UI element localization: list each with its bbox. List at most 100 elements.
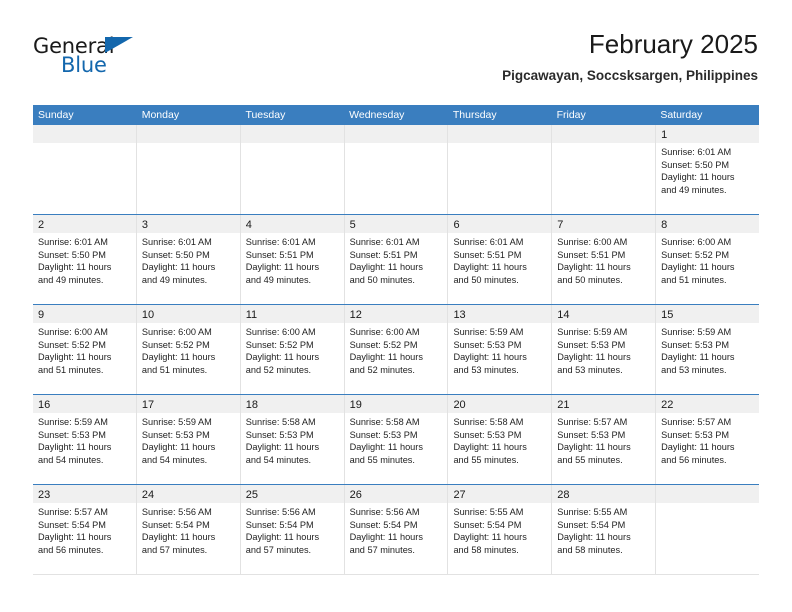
daylight-text-line2: and 51 minutes. <box>661 274 727 285</box>
daylight-text-line2: and 49 minutes. <box>661 184 727 195</box>
calendar-day-cell[interactable]: 4 Sunrise: 6:01 AM Sunset: 5:51 PM Daylight… <box>240 215 345 304</box>
day-number-band: 10 <box>136 305 240 323</box>
daylight-text-line2: and 52 minutes. <box>245 364 312 375</box>
day-number-band: 23 <box>33 485 136 503</box>
day-details: Sunrise: 5:59 AM Sunset: 5:53 PM Daylight:… <box>137 413 240 466</box>
calendar-day-cell[interactable]: 14 Sunrise: 5:59 AM Sunset: 5:53 PM Dayligh… <box>552 305 657 394</box>
day-number-band: 11 <box>240 305 344 323</box>
calendar-day-cell[interactable]: 18 Sunrise: 5:58 AM Sunset: 5:53 PM Dayligh… <box>240 395 345 484</box>
calendar-day-cell[interactable]: 5 Sunrise: 6:01 AM Sunset: 5:51 PM Daylight… <box>344 215 449 304</box>
day-details: Sunrise: 5:57 AM Sunset: 5:53 PM Daylight:… <box>552 413 655 466</box>
calendar-day-cell[interactable]: 11 Sunrise: 6:00 AM Sunset: 5:52 PM Dayligh… <box>240 305 345 394</box>
day-details: Sunrise: 5:55 AM Sunset: 5:54 PM Daylight:… <box>552 503 655 556</box>
sunset-text: Sunset: 5:51 PM <box>557 249 626 260</box>
day-number: 18 <box>245 399 258 411</box>
day-number-band: 16 <box>33 395 136 413</box>
calendar-day-cell[interactable]: 16 Sunrise: 5:59 AM Sunset: 5:53 PM Dayligh… <box>33 395 137 484</box>
calendar-day-cell[interactable]: 28 Sunrise: 5:55 AM Sunset: 5:54 PM Dayligh… <box>552 485 657 574</box>
day-number-band: 18 <box>240 395 344 413</box>
calendar-day-cell[interactable]: 6 Sunrise: 6:01 AM Sunset: 5:51 PM Daylight… <box>448 215 553 304</box>
calendar-day-cell[interactable]: 12 Sunrise: 6:00 AM Sunset: 5:52 PM Dayligh… <box>344 305 449 394</box>
calendar-day-cell[interactable]: 24 Sunrise: 5:56 AM Sunset: 5:54 PM Dayligh… <box>136 485 241 574</box>
calendar-day-cell[interactable]: 9 Sunrise: 6:00 AM Sunset: 5:52 PM Daylight… <box>33 305 137 394</box>
sunset-text: Sunset: 5:53 PM <box>141 429 210 440</box>
calendar-day-cell[interactable]: 25 Sunrise: 5:56 AM Sunset: 5:54 PM Dayligh… <box>240 485 345 574</box>
page-title: February 2025 <box>588 29 758 59</box>
calendar-day-cell[interactable]: 15 Sunrise: 5:59 AM Sunset: 5:53 PM Dayligh… <box>656 305 760 394</box>
daylight-text-line2: and 56 minutes. <box>38 544 104 555</box>
day-number: 10 <box>141 309 155 321</box>
sunset-text: Sunset: 5:54 PM <box>245 519 314 530</box>
day-number: 27 <box>453 489 466 501</box>
calendar-day-cell[interactable]: 19 Sunrise: 5:58 AM Sunset: 5:53 PM Dayligh… <box>344 395 449 484</box>
day-number: 8 <box>661 219 668 231</box>
calendar-grid: Sunday Monday Tuesday Wednesday Thursday… <box>33 105 760 575</box>
day-details: Sunrise: 6:00 AM Sunset: 5:52 PM Daylight:… <box>137 323 240 376</box>
daylight-text-line2: and 53 minutes. <box>557 364 623 375</box>
calendar-day-cell[interactable]: 26 Sunrise: 5:56 AM Sunset: 5:54 PM Dayligh… <box>344 485 449 574</box>
day-details: Sunrise: 6:01 AM Sunset: 5:50 PM Daylight:… <box>656 143 759 196</box>
daylight-text-line2: and 55 minutes. <box>557 454 623 465</box>
calendar-day-cell[interactable]: 10 Sunrise: 6:00 AM Sunset: 5:52 PM Dayligh… <box>136 305 241 394</box>
calendar-day-cell[interactable]: 23 Sunrise: 5:57 AM Sunset: 5:54 PM Dayligh… <box>33 485 137 574</box>
day-number: 14 <box>557 309 570 321</box>
daylight-text-line1: Daylight: 11 hours <box>245 532 320 543</box>
sunset-text: Sunset: 5:53 PM <box>557 429 626 440</box>
calendar-day-cell-empty <box>240 125 345 214</box>
weekday-header-sunday: Sunday <box>38 109 74 121</box>
calendar-day-cell[interactable]: 13 Sunrise: 5:59 AM Sunset: 5:53 PM Dayligh… <box>448 305 553 394</box>
calendar-day-cell[interactable]: 17 Sunrise: 5:59 AM Sunset: 5:53 PM Dayligh… <box>136 395 241 484</box>
daylight-text-line2: and 55 minutes. <box>453 454 519 465</box>
calendar-day-cell[interactable]: 22 Sunrise: 5:57 AM Sunset: 5:53 PM Dayligh… <box>656 395 760 484</box>
daylight-text-line1: Daylight: 11 hours <box>38 262 112 273</box>
day-details: Sunrise: 6:00 AM Sunset: 5:51 PM Daylight:… <box>552 233 655 286</box>
day-details: Sunrise: 5:58 AM Sunset: 5:53 PM Daylight:… <box>241 413 344 466</box>
daylight-text-line1: Daylight: 11 hours <box>453 352 527 363</box>
calendar-day-cell[interactable]: 7 Sunrise: 6:00 AM Sunset: 5:51 PM Daylight… <box>552 215 657 304</box>
sunset-text: Sunset: 5:51 PM <box>453 249 522 260</box>
daylight-text-line1: Daylight: 11 hours <box>141 532 216 543</box>
day-number-band: 6 <box>448 215 552 233</box>
sunset-text: Sunset: 5:54 PM <box>38 519 106 530</box>
calendar-day-cell[interactable]: 20 Sunrise: 5:58 AM Sunset: 5:53 PM Dayligh… <box>448 395 553 484</box>
sunset-text: Sunset: 5:50 PM <box>38 249 106 260</box>
calendar-week-row: 2 Sunrise: 6:01 AM Sunset: 5:50 PM Daylight… <box>33 214 760 304</box>
day-details: Sunrise: 6:00 AM Sunset: 5:52 PM Daylight:… <box>345 323 448 376</box>
day-number-band: 19 <box>344 395 448 413</box>
sunrise-text: Sunrise: 6:01 AM <box>245 237 316 247</box>
grid-bottom-border <box>33 574 759 575</box>
daylight-text-line1: Daylight: 11 hours <box>557 352 631 363</box>
daylight-text-line2: and 50 minutes. <box>453 274 519 285</box>
calendar-day-cell[interactable]: 27 Sunrise: 5:55 AM Sunset: 5:54 PM Dayligh… <box>448 485 553 574</box>
day-number-band: 3 <box>136 215 240 233</box>
daylight-text-line2: and 55 minutes. <box>349 454 415 465</box>
day-details: Sunrise: 6:00 AM Sunset: 5:52 PM Daylight:… <box>33 323 136 376</box>
day-number-band <box>33 125 136 143</box>
daylight-text-line2: and 50 minutes. <box>349 274 415 285</box>
day-number-band: 21 <box>552 395 656 413</box>
day-number-band: 20 <box>448 395 552 413</box>
sunrise-text: Sunrise: 6:00 AM <box>661 237 732 247</box>
day-number: 13 <box>453 309 466 321</box>
day-number: 17 <box>141 399 155 411</box>
calendar-day-cell[interactable]: 21 Sunrise: 5:57 AM Sunset: 5:53 PM Dayligh… <box>552 395 657 484</box>
daylight-text-line1: Daylight: 11 hours <box>141 352 216 363</box>
logo-text-blue: Blue <box>61 53 107 77</box>
day-number: 4 <box>245 219 252 231</box>
day-details: Sunrise: 5:59 AM Sunset: 5:53 PM Daylight:… <box>552 323 655 376</box>
day-number: 24 <box>141 489 155 501</box>
calendar-day-cell[interactable]: 3 Sunrise: 6:01 AM Sunset: 5:50 PM Daylight… <box>136 215 241 304</box>
sunset-text: Sunset: 5:53 PM <box>661 429 730 440</box>
daylight-text-line1: Daylight: 11 hours <box>38 442 112 453</box>
daylight-text-line2: and 54 minutes. <box>38 454 104 465</box>
sunrise-text: Sunrise: 6:01 AM <box>661 147 732 157</box>
calendar-day-cell[interactable]: 8 Sunrise: 6:00 AM Sunset: 5:52 PM Daylight… <box>656 215 760 304</box>
sunrise-text: Sunrise: 6:00 AM <box>349 327 420 337</box>
sunset-text: Sunset: 5:51 PM <box>245 249 314 260</box>
sunset-text: Sunset: 5:50 PM <box>141 249 210 260</box>
day-number: 16 <box>38 399 51 411</box>
calendar-day-cell[interactable]: 2 Sunrise: 6:01 AM Sunset: 5:50 PM Daylight… <box>33 215 137 304</box>
general-blue-logo[interactable]: General Blue <box>33 34 153 80</box>
calendar-day-cell[interactable]: 1 Sunrise: 6:01 AM Sunset: 5:50 PM Daylight… <box>656 125 760 214</box>
sunset-text: Sunset: 5:53 PM <box>557 339 626 350</box>
